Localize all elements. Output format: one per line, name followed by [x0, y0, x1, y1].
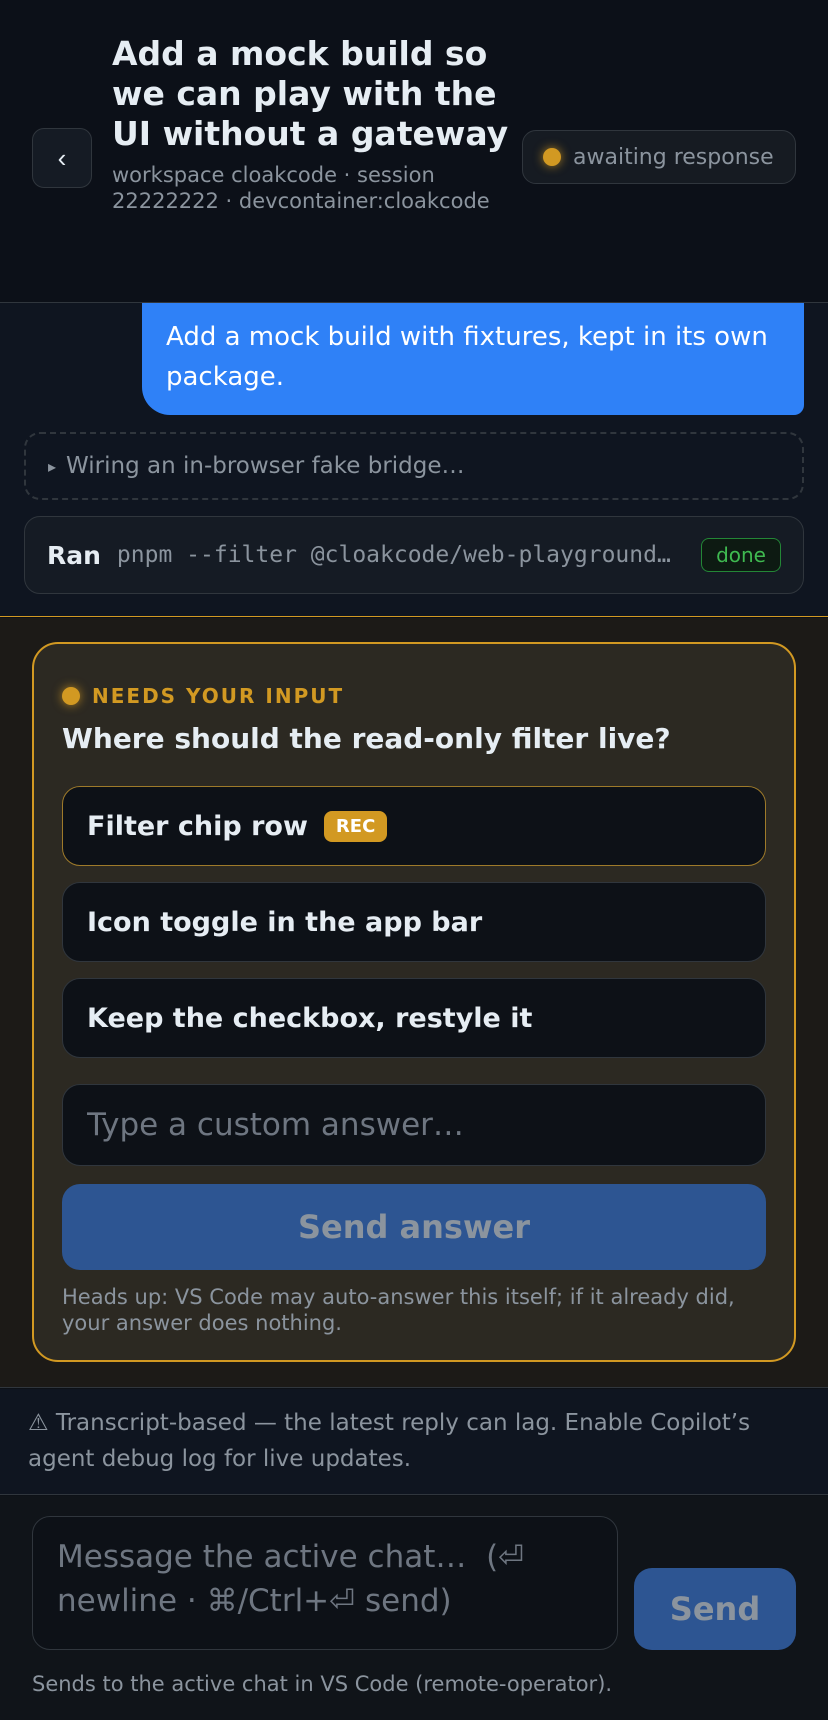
- composer-footnote: Sends to the active chat in VS Code (rem…: [32, 1672, 613, 1696]
- needs-input-label: NEEDS YOUR INPUT: [62, 684, 344, 708]
- status-text: awaiting response: [573, 144, 774, 170]
- option-label: Icon toggle in the app bar: [87, 906, 483, 938]
- tool-label: Ran: [47, 540, 101, 570]
- status-badge: awaiting response: [522, 130, 796, 184]
- question-text: Where should the read-only filter live?: [62, 722, 671, 755]
- tool-call-row[interactable]: Ran pnpm --filter @cloakcode/web-playgro…: [24, 516, 804, 594]
- recommended-badge: REC: [323, 810, 388, 842]
- user-message-bubble: Add a mock build with fixtures, kept in …: [142, 303, 804, 415]
- tool-status-badge: done: [701, 538, 781, 572]
- alert-dot-icon: [62, 687, 80, 705]
- option-icon-toggle[interactable]: Icon toggle in the app bar: [62, 882, 766, 962]
- input-request-section: NEEDS YOUR INPUT Where should the read-o…: [0, 618, 828, 1388]
- message-composer: Send Sends to the active chat in VS Code…: [0, 1496, 828, 1720]
- custom-answer-input[interactable]: [62, 1084, 766, 1166]
- message-input[interactable]: [32, 1516, 618, 1650]
- tool-command: pnpm --filter @cloakcode/web-playground …: [116, 542, 675, 568]
- option-keep-checkbox[interactable]: Keep the checkbox, restyle it: [62, 978, 766, 1058]
- status-dot-icon: [543, 148, 561, 166]
- send-answer-button[interactable]: Send answer: [62, 1184, 766, 1270]
- title-block: Add a mock build so we can play with the…: [112, 34, 512, 214]
- send-button[interactable]: Send: [634, 1568, 796, 1650]
- app-header: ‹ Add a mock build so we can play with t…: [0, 0, 828, 303]
- session-subtitle: workspace cloakcode · session 22222222 ·…: [112, 163, 490, 213]
- transcript: Add a mock build with fixtures, kept in …: [0, 303, 828, 617]
- transcript-warning: ⚠ Transcript-based — the latest reply ca…: [0, 1389, 828, 1495]
- thinking-text: Wiring an in-browser fake bridge…: [66, 453, 465, 479]
- chevron-left-icon: ‹: [57, 142, 67, 173]
- triangle-right-icon: ▸: [48, 456, 57, 476]
- option-label: Filter chip row: [87, 810, 308, 842]
- option-filter-chip-row[interactable]: Filter chip row REC: [62, 786, 766, 866]
- page-title: Add a mock build so we can play with the…: [112, 34, 509, 153]
- auto-answer-note: Heads up: VS Code may auto-answer this i…: [62, 1285, 735, 1335]
- thinking-row[interactable]: ▸ Wiring an in-browser fake bridge…: [24, 432, 804, 500]
- question-card: NEEDS YOUR INPUT Where should the read-o…: [32, 642, 796, 1362]
- needs-input-text: NEEDS YOUR INPUT: [92, 684, 345, 708]
- option-label: Keep the checkbox, restyle it: [87, 1002, 533, 1034]
- back-button[interactable]: ‹: [32, 128, 92, 188]
